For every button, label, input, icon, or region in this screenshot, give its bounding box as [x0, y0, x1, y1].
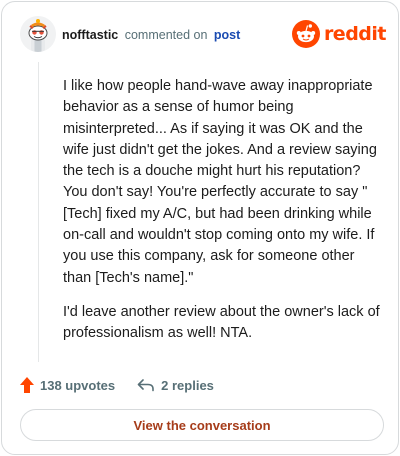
upvote-button[interactable]: 138 upvotes — [20, 377, 115, 393]
reply-count: 2 replies — [161, 377, 214, 393]
thread-line — [38, 62, 39, 362]
upvote-count: 138 upvotes — [40, 377, 116, 393]
commented-on-text: commented on — [124, 28, 208, 42]
comment-card: nofftastic commented on post reddit I li… — [1, 1, 399, 455]
reddit-logo-icon — [291, 20, 320, 48]
reply-arrow-icon — [137, 379, 154, 392]
comment-body: I like how people hand-wave away inappro… — [63, 76, 383, 358]
replies-button[interactable]: 2 replies — [137, 378, 214, 393]
comment-paragraph: I like how people hand-wave away inappro… — [63, 78, 377, 286]
username-link[interactable]: nofftastic — [62, 28, 118, 42]
reddit-wordmark: reddit — [323, 23, 387, 45]
comment-actions: 138 upvotes 2 replies — [20, 374, 214, 396]
reddit-brand[interactable]: reddit — [291, 20, 387, 48]
comment-paragraph: I'd leave another review about the owner… — [63, 303, 380, 342]
comment-header: nofftastic commented on post reddit — [20, 16, 387, 54]
comment-meta: nofftastic commented on post — [62, 28, 240, 42]
view-conversation-button[interactable]: View the conversation — [20, 409, 384, 441]
upvote-arrow-icon — [20, 377, 34, 393]
snoo-avatar-icon[interactable] — [20, 16, 56, 52]
post-link[interactable]: post — [214, 28, 240, 42]
